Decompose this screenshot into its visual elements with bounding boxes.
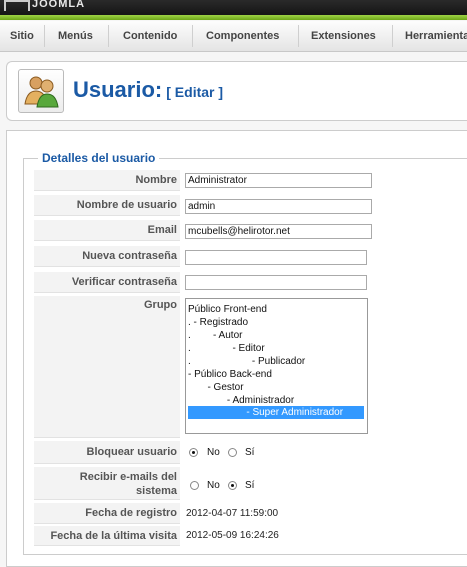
group-option[interactable]: . - Autor [188,329,242,342]
page-title: Usuario:[ Editar ] [73,77,224,102]
new-password-input[interactable] [185,250,367,265]
fieldset-legend: Detalles del usuario [38,151,160,165]
page-subtitle: [ Editar ] [166,84,224,100]
group-label: Grupo [34,296,180,438]
username-input[interactable]: admin [185,199,372,214]
top-bar: JOOMLA [0,0,467,15]
last-visit-value: 2012-05-09 16:24:26 [186,530,279,541]
menu-separator [108,25,109,47]
joomla-logo-icon [4,0,30,11]
group-option-selected[interactable]: - Super Administrador [188,406,364,419]
menu-menus[interactable]: Menús [58,21,93,51]
email-label: Email [34,220,180,241]
menu-sitio[interactable]: Sitio [10,21,34,51]
menu-separator [192,25,193,47]
receive-email-no-label: No [207,480,220,491]
menu-extensiones[interactable]: Extensiones [311,21,376,51]
block-user-no-radio[interactable] [189,448,198,457]
last-visit-label: Fecha de la última visita [34,526,180,546]
name-input[interactable]: Administrator [185,173,372,188]
group-option[interactable]: . - Editor [188,342,265,355]
new-password-label: Nueva contraseña [34,246,180,267]
register-date-value: 2012-04-07 11:59:00 [186,508,279,519]
name-label: Nombre [34,170,180,191]
group-option[interactable]: - Público Back-end [188,368,272,381]
menu-componentes[interactable]: Componentes [206,21,279,51]
group-option[interactable]: . - Registrado [188,316,248,329]
username-label: Nombre de usuario [34,195,180,216]
block-user-yes-label: Sí [245,447,255,458]
group-option[interactable]: Público Front-end [188,303,267,316]
menu-separator [298,25,299,47]
page-header: Usuario:[ Editar ] [6,61,467,121]
receive-email-label: Recibir e-mails del sistema [34,467,180,500]
email-input[interactable]: mcubells@helirotor.net [185,224,372,239]
block-user-no-label: No [207,447,220,458]
group-listbox[interactable]: Público Front-end . - Registrado . - Aut… [185,298,368,434]
block-user-yes-radio[interactable] [228,448,237,457]
menu-herramientas[interactable]: Herramientas [405,21,467,51]
logo-text: JOOMLA [32,0,86,10]
receive-email-yes-label: Sí [245,480,255,491]
group-option[interactable]: - Gestor [188,381,243,394]
green-accent-bar [0,15,467,20]
block-user-label: Bloquear usuario [34,441,180,464]
register-date-label: Fecha de registro [34,503,180,524]
group-option[interactable]: . - Publicador [188,355,305,368]
receive-email-yes-radio[interactable] [228,481,237,490]
receive-email-no-radio[interactable] [190,481,199,490]
main-menu-bar: Sitio Menús Contenido Componentes Extens… [0,21,467,52]
verify-password-input[interactable] [185,275,367,290]
menu-separator [392,25,393,47]
users-icon [18,69,64,113]
menu-contenido[interactable]: Contenido [123,21,177,51]
menu-separator [44,25,45,47]
verify-password-label: Verificar contraseña [34,272,180,293]
